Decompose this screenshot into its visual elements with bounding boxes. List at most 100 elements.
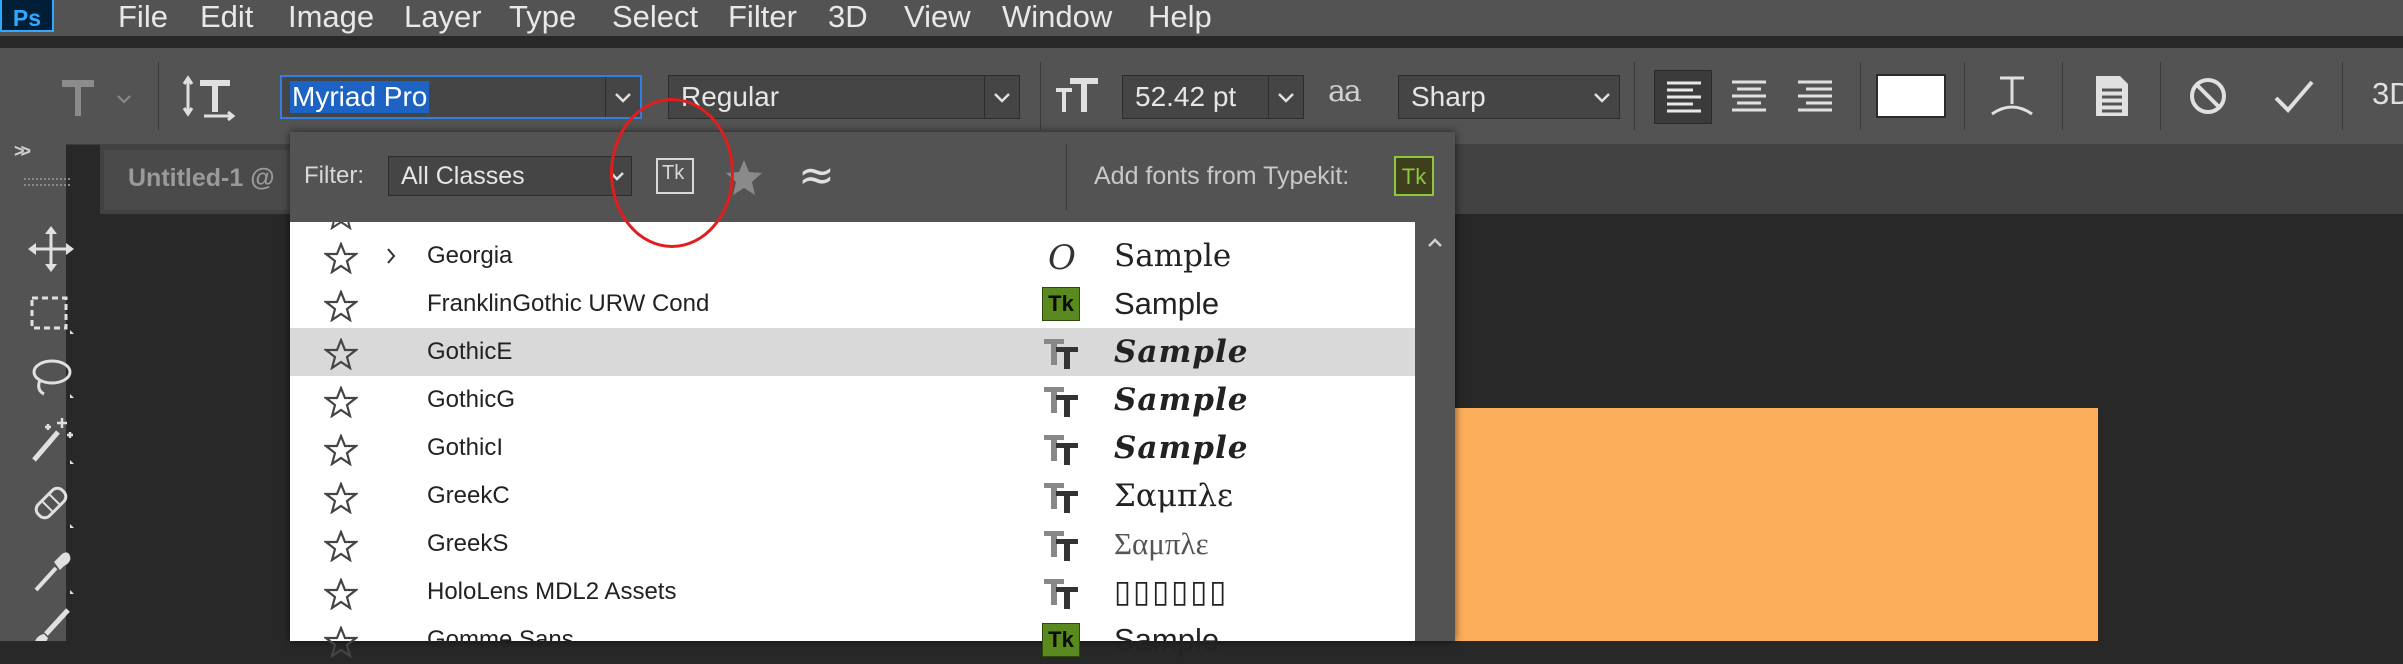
eyedropper-tool[interactable] <box>26 544 76 598</box>
font-family-dropdown[interactable] <box>605 77 640 117</box>
menu-layer[interactable]: Layer <box>404 0 482 36</box>
menu-edit[interactable]: Edit <box>200 0 253 36</box>
panel-collapse-toggle[interactable]: >> <box>14 141 31 162</box>
menu-3d[interactable]: 3D <box>828 0 868 36</box>
truetype-icon <box>1044 579 1078 609</box>
options-bar: Myriad Pro Regular 52.42 pt aa Sharp 3D <box>0 48 2403 145</box>
lasso-icon <box>32 359 74 398</box>
font-row[interactable]: HoloLens MDL2 Assets ▯▯▯▯▯▯ <box>290 568 1415 616</box>
chevron-up-icon <box>1428 238 1442 247</box>
font-row[interactable]: Georgia O Sample <box>290 232 1415 280</box>
commit-edits-button[interactable] <box>2266 68 2322 124</box>
opentype-icon: O <box>1048 239 1076 273</box>
menu-help[interactable]: Help <box>1148 0 1212 36</box>
favorite-star-button[interactable] <box>324 242 358 274</box>
star-outline-icon <box>324 386 358 418</box>
menu-type[interactable]: Type <box>509 0 576 36</box>
lasso-tool[interactable] <box>26 352 76 402</box>
font-row[interactable]: GreekC Σαμπλε <box>290 472 1415 520</box>
panel-icon <box>2096 76 2128 116</box>
document-tab[interactable]: Untitled-1 @ <box>104 150 304 210</box>
warp-text-icon <box>1991 76 2033 116</box>
font-row[interactable]: FranklinGothic URW Cond Tk Sample <box>290 280 1415 328</box>
favorite-star-button[interactable] <box>324 434 358 466</box>
move-tool[interactable] <box>26 224 76 274</box>
font-name: GothicE <box>427 338 513 365</box>
font-sample: Sample <box>1114 622 1220 657</box>
align-right-icon <box>1798 80 1832 112</box>
font-list-scrollbar[interactable] <box>1415 222 1455 641</box>
menu-file[interactable]: File <box>118 0 168 36</box>
menu-image[interactable]: Image <box>288 0 374 36</box>
annotation-circle <box>610 98 734 248</box>
character-paragraph-panel-button[interactable] <box>2082 68 2140 124</box>
font-name: GothicG <box>427 386 516 413</box>
opentype-icon: O <box>1042 239 1080 273</box>
text-orientation-icon <box>182 75 236 122</box>
toggle-text-orientation-button[interactable] <box>182 68 238 124</box>
font-list-panel: Filter: All Classes Tk ≈ Add fonts from … <box>290 132 1455 658</box>
tool-preset-picker[interactable] <box>48 66 138 126</box>
font-row-partial <box>290 222 1415 232</box>
menu-view[interactable]: View <box>904 0 971 36</box>
font-row[interactable]: GothicE Sample <box>290 328 1415 376</box>
similar-fonts-filter-button[interactable]: ≈ <box>798 150 842 201</box>
font-name: GreekC <box>427 482 510 509</box>
font-sample: Sample <box>1114 334 1249 370</box>
brush-tool[interactable] <box>26 604 76 641</box>
cancel-edits-button[interactable] <box>2180 68 2236 124</box>
favorite-star-button[interactable] <box>324 482 358 514</box>
menu-filter[interactable]: Filter <box>728 0 797 36</box>
font-size-dropdown[interactable] <box>1268 76 1303 118</box>
font-family-value[interactable]: Myriad Pro <box>290 81 430 113</box>
text-color-swatch[interactable] <box>1876 74 1946 118</box>
truetype-icon <box>1044 531 1078 561</box>
align-center-button[interactable] <box>1720 70 1778 124</box>
3d-button[interactable]: 3D <box>2372 76 2403 116</box>
font-sample: ▯▯▯▯▯▯ <box>1114 574 1229 610</box>
rectangular-marquee-tool[interactable] <box>26 288 76 338</box>
warp-text-button[interactable] <box>1982 68 2042 124</box>
font-row[interactable]: Gomme Sans Tk Sample <box>290 616 1415 664</box>
toolbar-grip[interactable] <box>24 178 70 186</box>
font-sample: Sample <box>1114 430 1249 466</box>
anti-alias-field[interactable]: Sharp <box>1398 75 1620 119</box>
canvas-orange-shape <box>1453 408 2098 641</box>
menu-window[interactable]: Window <box>1002 0 1112 36</box>
typekit-add-button[interactable]: Tk <box>1394 156 1434 196</box>
truetype-icon <box>1042 383 1080 417</box>
font-sample: Σαμπλε <box>1114 478 1234 514</box>
font-row[interactable]: GreekS Σαμπλε <box>290 520 1415 568</box>
expand-family-button[interactable] <box>384 246 398 266</box>
magic-wand-icon <box>32 418 74 464</box>
eyedropper-icon <box>34 552 74 594</box>
favorite-star-button[interactable] <box>324 626 358 658</box>
font-size-value[interactable]: 52.42 pt <box>1135 76 1236 118</box>
font-class-filter-select[interactable]: All Classes <box>388 156 632 196</box>
checkmark-icon <box>2274 80 2314 113</box>
font-row[interactable]: GothicG Sample <box>290 376 1415 424</box>
font-style-field[interactable]: Regular <box>668 75 1020 119</box>
marquee-icon <box>30 296 74 334</box>
move-icon <box>28 226 74 272</box>
font-family-field[interactable]: Myriad Pro <box>280 75 642 119</box>
font-row[interactable]: GothicI Sample <box>290 424 1415 472</box>
font-sample: Sample <box>1114 238 1232 274</box>
favorite-star-button[interactable] <box>324 578 358 610</box>
truetype-icon <box>1042 527 1080 561</box>
align-right-button[interactable] <box>1786 70 1844 124</box>
align-center-icon <box>1732 80 1766 112</box>
menu-select[interactable]: Select <box>612 0 698 36</box>
star-outline-icon <box>324 338 358 370</box>
font-size-field[interactable]: 52.42 pt <box>1122 75 1304 119</box>
align-left-icon <box>1667 81 1701 113</box>
favorite-star-button[interactable] <box>324 530 358 562</box>
favorite-star-button[interactable] <box>324 338 358 370</box>
align-left-button[interactable] <box>1654 70 1712 124</box>
font-style-dropdown[interactable] <box>984 76 1019 118</box>
anti-alias-dropdown[interactable] <box>1585 76 1619 118</box>
magic-wand-tool[interactable] <box>26 414 76 468</box>
favorite-star-button[interactable] <box>324 386 358 418</box>
crop-tool[interactable] <box>26 478 76 532</box>
favorite-star-button[interactable] <box>324 290 358 322</box>
